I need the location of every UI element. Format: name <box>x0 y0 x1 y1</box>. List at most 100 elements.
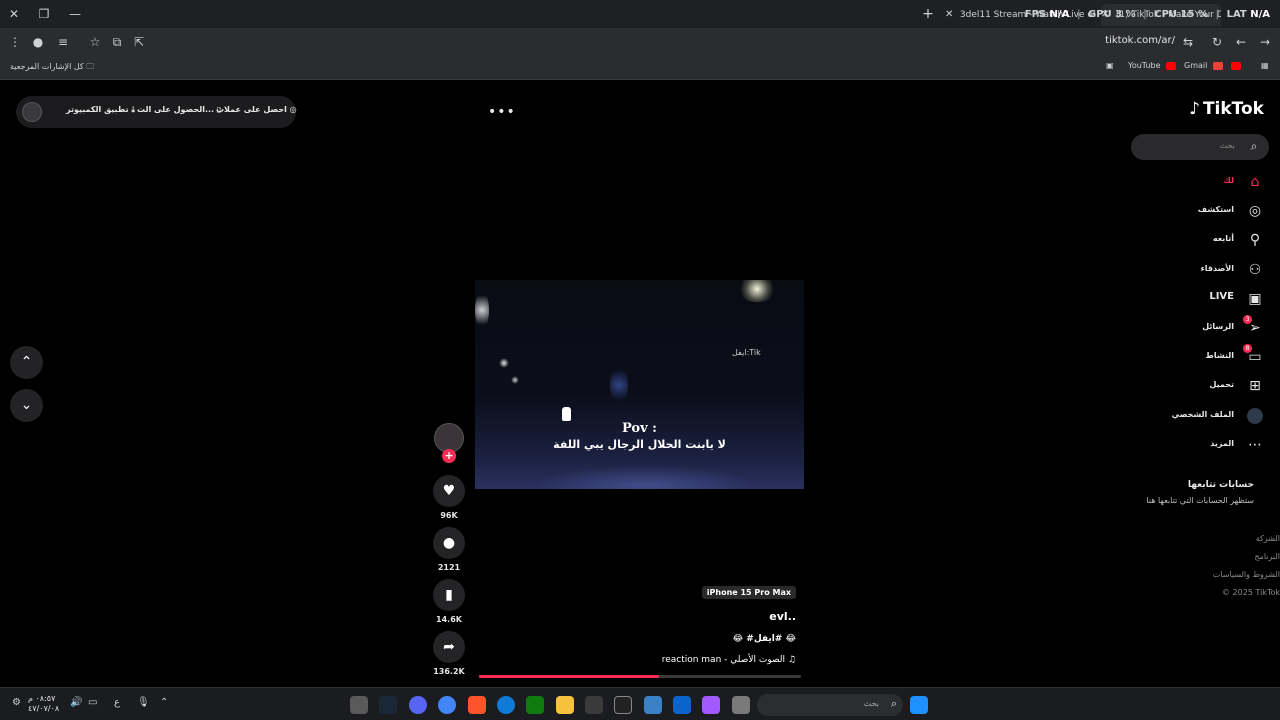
creator-username[interactable]: evl.. <box>769 610 796 623</box>
sidebar-item-upload[interactable]: تحميل ⊞ <box>1126 373 1266 402</box>
sidebar-item-messages[interactable]: الرسائل ➢ 3 <box>1126 314 1266 344</box>
restore-window-icon[interactable]: ❐ <box>36 6 52 22</box>
search-input[interactable]: بحث ⌕ <box>1131 134 1269 160</box>
save-button[interactable]: ▮ <box>433 579 465 611</box>
video-player[interactable]: ايفل:Tik Pov : لا يابنت الحلال الرجال يب… <box>475 280 804 489</box>
next-video-button[interactable]: ⌄ <box>10 389 43 422</box>
bookmark-icon: ▮ <box>445 587 453 603</box>
install-app-icon[interactable]: ⧉ <box>108 33 126 51</box>
bookmark-youtube-icon-only[interactable] <box>1228 61 1241 70</box>
all-bookmarks-label: كل الإشارات المرجعية <box>10 62 84 71</box>
sidebar-item-explore[interactable]: استكشف ◎ <box>1126 198 1266 227</box>
minimize-window-icon[interactable]: — <box>67 6 83 22</box>
taskbar: ⚙ ٠٨:٥٧ م ٤٧/٠٧/٠٨ 🔊 ▭ ع 🎙 ⌃ بحث ⌕ <box>0 687 1280 720</box>
video-progress-bar[interactable] <box>479 675 801 678</box>
comment-button[interactable]: ● <box>433 527 465 559</box>
file-explorer-icon[interactable] <box>556 696 574 714</box>
share-icon[interactable]: ⇱ <box>130 33 148 51</box>
sidebar-item-profile[interactable]: الملف الشخصي <box>1126 403 1266 432</box>
footer-link-terms[interactable]: الشروط والسياسات <box>1213 566 1280 584</box>
follow-button[interactable]: + <box>442 449 456 463</box>
video-sound[interactable]: reaction man - الصوت الأصلي ♫ <box>662 655 796 665</box>
steam-icon[interactable] <box>379 696 397 714</box>
store-icon[interactable] <box>644 696 662 714</box>
get-coins-link[interactable]: احصل على عملات ◎ <box>216 105 297 114</box>
microphone-icon[interactable]: 🎙 <box>137 697 150 708</box>
sidebar-item-activity[interactable]: النشاط ▭ 8 <box>1126 344 1266 373</box>
video-hashtags[interactable]: 😂 #ايفل# 😂 <box>733 634 796 644</box>
street-light <box>475 290 489 330</box>
taskbar-search[interactable]: بحث ⌕ <box>757 694 903 716</box>
forward-icon[interactable]: ← <box>1232 33 1250 51</box>
task-view-icon[interactable] <box>732 696 750 714</box>
more-options-icon[interactable]: ••• <box>488 104 516 120</box>
edge-icon[interactable] <box>497 696 515 714</box>
taskbar-app-1[interactable] <box>350 696 368 714</box>
mail-icon[interactable] <box>673 696 691 714</box>
all-bookmarks-link[interactable]: كل الإشارات المرجعية 🗀 <box>10 61 94 75</box>
search-icon[interactable]: ⌕ <box>1247 139 1261 153</box>
taskbar-clock[interactable]: ٠٨:٥٧ م ٤٧/٠٧/٠٨ <box>28 694 59 714</box>
close-tab-icon[interactable]: ✕ <box>945 4 957 26</box>
sidebar-item-more[interactable]: المزيد ⋯ <box>1126 432 1266 461</box>
tiktok-logo[interactable]: ♪ TikTok <box>1189 99 1264 119</box>
youtube-icon <box>1231 61 1241 70</box>
tiktok-page: تطبيق الكمبيوتر ⤓ الحصول على الت... ▯ اح… <box>0 81 1280 687</box>
heart-icon: ♥ <box>442 483 456 499</box>
like-button[interactable]: ♥ <box>433 475 465 507</box>
sidebar-item-live[interactable]: LIVE ▣ <box>1126 286 1266 315</box>
sidebar-item-friends[interactable]: الأصدقاء ⚇ <box>1126 257 1266 286</box>
sidebar-item-label: الأصدقاء <box>1200 263 1234 273</box>
top-actions-bar: تطبيق الكمبيوتر ⤓ الحصول على الت... ▯ اح… <box>16 96 297 128</box>
plus-square-icon: ⊞ <box>1249 378 1261 395</box>
footer-link-program[interactable]: البرنامج <box>1213 548 1280 566</box>
language-indicator[interactable]: ع <box>114 697 120 708</box>
bookmark-gmail[interactable]: Gmail <box>1184 61 1223 70</box>
live-tv-icon: ▣ <box>1248 290 1262 307</box>
windows-start-icon[interactable] <box>910 696 928 714</box>
browser-toolbar: ⋮ ● ≡ ☆ ⧉ ⇱ tiktok.com/ar/ ⇆ ↻ ← → <box>0 28 1280 55</box>
brave-icon[interactable] <box>468 696 486 714</box>
epic-games-icon[interactable] <box>585 696 603 714</box>
bookmark-translate-icon[interactable]: ▣ <box>1106 61 1114 70</box>
discord-icon[interactable] <box>409 696 427 714</box>
reload-icon[interactable]: ↻ <box>1208 33 1226 51</box>
bookmark-star-icon[interactable]: ☆ <box>86 33 104 51</box>
sidebar-item-label: المزيد <box>1210 438 1234 448</box>
download-icon: ⤓ <box>131 105 135 114</box>
profile-avatar <box>1247 407 1263 424</box>
desktop-app-link[interactable]: تطبيق الكمبيوتر ⤓ <box>66 105 135 115</box>
reading-list-icon[interactable]: ≡ <box>54 33 72 51</box>
gpu-value: 3 % <box>1115 9 1136 20</box>
previous-video-button[interactable]: ⌃ <box>10 346 43 379</box>
sidebar-item-following[interactable]: أتابعه ⚲ <box>1126 227 1266 256</box>
ctrl-app-icon[interactable] <box>614 696 632 714</box>
volume-icon[interactable]: 🔊 <box>70 697 82 708</box>
site-settings-icon[interactable]: ⇆ <box>1179 33 1197 51</box>
xbox-icon[interactable] <box>526 696 544 714</box>
sidebar-item-label: استكشف <box>1197 205 1234 215</box>
copilot-icon[interactable] <box>702 696 720 714</box>
bookmark-youtube[interactable]: YouTube <box>1128 61 1177 70</box>
get-app-link[interactable]: الحصول على الت... ▯ <box>137 105 221 114</box>
apps-grid-icon[interactable]: ▦ <box>1261 61 1269 70</box>
share-button[interactable]: ➦ <box>433 631 465 663</box>
menu-kebab-icon[interactable]: ⋮ <box>6 33 24 51</box>
profile-icon[interactable]: ● <box>29 33 47 51</box>
footer-link-company[interactable]: الشركة <box>1213 530 1280 548</box>
close-window-icon[interactable]: ✕ <box>6 6 22 22</box>
sidebar-item-for-you[interactable]: لك ⌂ <box>1126 169 1266 198</box>
back-icon[interactable]: → <box>1256 33 1274 51</box>
chevron-up-icon[interactable]: ⌃ <box>160 697 168 708</box>
share-count: 136.2K <box>433 667 465 676</box>
settings-gear-icon[interactable]: ⚙ <box>12 697 21 708</box>
youtube-label: YouTube <box>1128 61 1161 70</box>
address-bar[interactable]: tiktok.com/ar/ <box>1105 35 1175 46</box>
lat-value: N/A <box>1250 9 1270 20</box>
chrome-icon[interactable] <box>438 696 456 714</box>
user-avatar[interactable] <box>22 102 42 122</box>
video-caption-line2: لا يابنت الحلال الرجال يبي اللفة <box>553 438 726 451</box>
network-icon[interactable]: ▭ <box>88 697 97 708</box>
new-tab-button[interactable]: + <box>920 5 936 23</box>
device-tag: iPhone 15 Pro Max <box>701 586 796 599</box>
